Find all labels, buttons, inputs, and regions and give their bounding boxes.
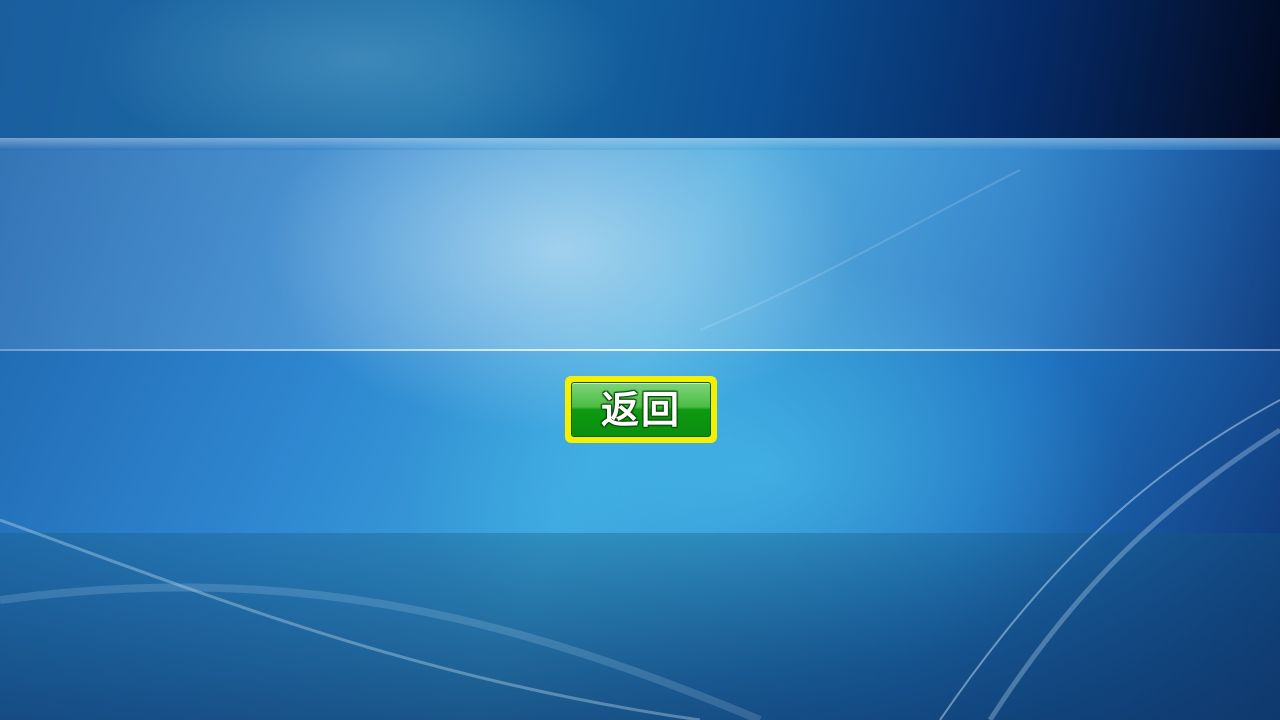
upper-panel xyxy=(0,150,1280,349)
back-button[interactable]: 返回 xyxy=(565,376,717,443)
divider-line xyxy=(0,349,1280,351)
top-band xyxy=(0,0,1280,138)
top-band-edge xyxy=(0,138,1280,150)
app-background: 返回 xyxy=(0,0,1280,720)
bottom-band xyxy=(0,533,1280,720)
back-button-label: 返回 xyxy=(600,387,681,432)
